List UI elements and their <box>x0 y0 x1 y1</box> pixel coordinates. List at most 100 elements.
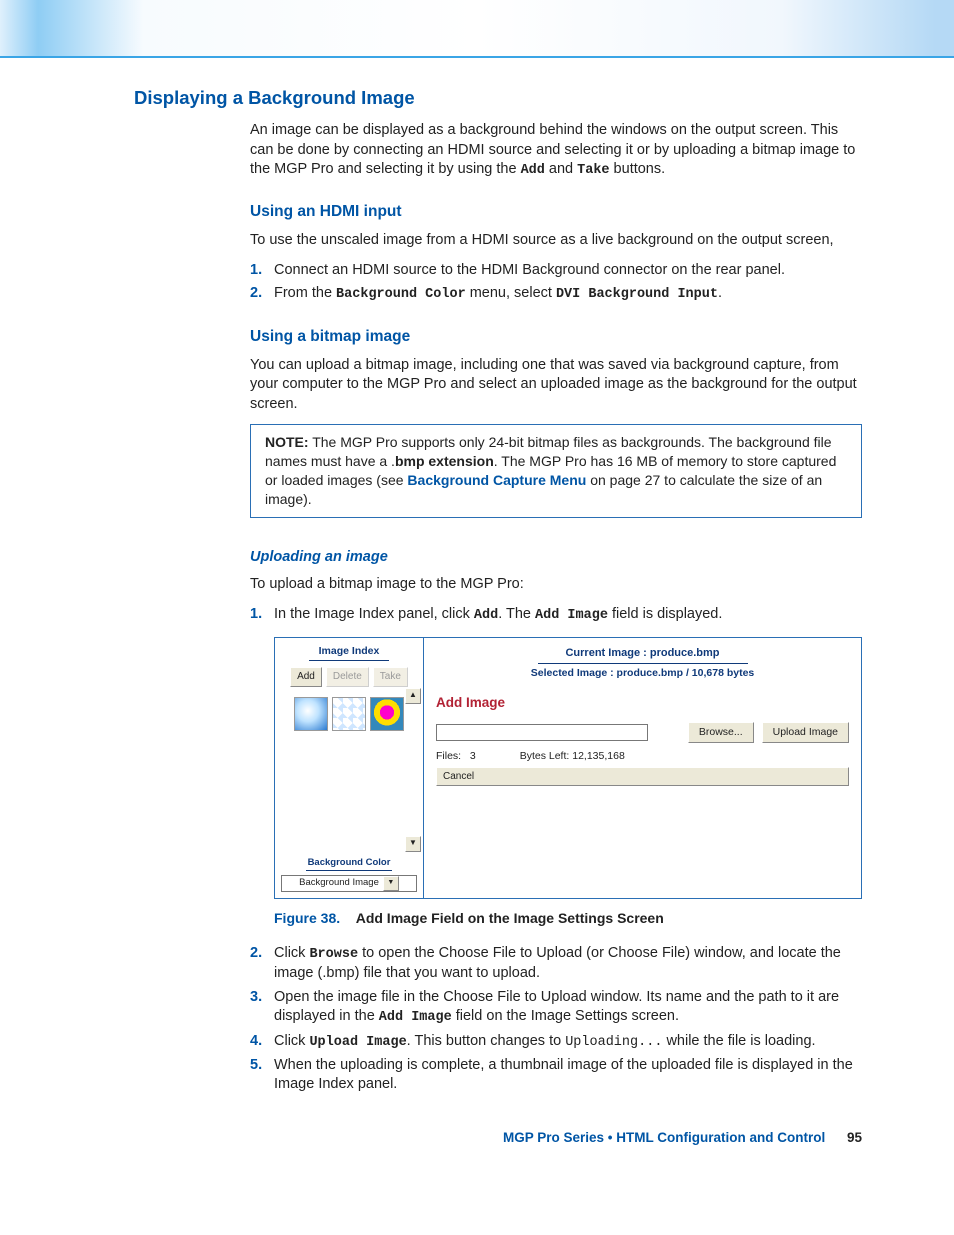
step-text: Click Upload Image. This button changes … <box>274 1032 862 1052</box>
step-text: In the Image Index panel, click Add. The… <box>274 605 862 625</box>
step2-menu: Background Color <box>336 287 466 302</box>
step-number: 2. <box>250 284 274 304</box>
chevron-down-icon: ▼ <box>383 876 399 891</box>
s2-a: Click <box>274 945 309 961</box>
background-color-select[interactable]: Background Image ▼ <box>281 875 417 892</box>
s3-b: field on the Image Settings screen. <box>452 1008 679 1024</box>
upload-row: Browse... Upload Image <box>436 722 849 742</box>
take-button: Take <box>373 667 408 687</box>
add-image-heading: Add Image <box>436 694 849 712</box>
section-title: Displaying a Background Image <box>134 86 862 111</box>
s2-b: to open the Choose File to Upload (or Ch… <box>274 945 841 981</box>
step-number: 1. <box>250 261 274 281</box>
step2-opt: DVI Background Input <box>556 287 718 302</box>
scroll-down-icon[interactable]: ▼ <box>405 836 421 852</box>
s1-addimg: Add Image <box>535 608 608 623</box>
step-number: 4. <box>250 1032 274 1052</box>
scroll-up-icon[interactable]: ▲ <box>405 688 421 704</box>
upload-step-4: 4. Click Upload Image. This button chang… <box>250 1032 862 1052</box>
top-gradient-bar <box>0 0 954 58</box>
background-color-block: Background Color Background Image ▼ <box>281 857 417 892</box>
image-index-buttons: Add Delete Take <box>275 667 423 693</box>
upload-step-5: 5. When the uploading is complete, a thu… <box>250 1056 862 1095</box>
step-number: 2. <box>250 944 274 984</box>
step2-a: From the <box>274 285 336 301</box>
cancel-button[interactable]: Cancel <box>436 767 849 787</box>
upload-step-3: 3. Open the image file in the Choose Fil… <box>250 988 862 1028</box>
intro-text-c: buttons. <box>610 161 666 177</box>
current-image-label: Current Image : produce.bmp <box>538 646 748 664</box>
step2-c: . <box>718 285 722 301</box>
image-settings-panel: Current Image : produce.bmp Selected Ima… <box>424 638 861 898</box>
delete-button: Delete <box>326 667 369 687</box>
add-button[interactable]: Add <box>290 667 322 687</box>
thumbnail-row <box>275 693 423 735</box>
s1-add: Add <box>474 608 498 623</box>
thumbnail[interactable] <box>294 697 328 731</box>
note-box: NOTE: The MGP Pro supports only 24-bit b… <box>250 424 862 518</box>
figure-text: Add Image Field on the Image Settings Sc… <box>356 910 664 926</box>
current-b: produce.bmp <box>650 647 720 659</box>
rule-icon <box>309 660 389 661</box>
page-body: Displaying a Background Image An image c… <box>0 86 954 1187</box>
note-link[interactable]: Background Capture Menu <box>407 472 586 488</box>
footer-title: MGP Pro Series • HTML Configuration and … <box>503 1130 825 1145</box>
upload-title: Uploading an image <box>250 548 862 568</box>
hdmi-title: Using an HDMI input <box>250 202 862 223</box>
files-count: 3 <box>470 750 476 762</box>
note-ext: bmp extension <box>395 453 494 469</box>
upload-step-1: 1. In the Image Index panel, click Add. … <box>250 605 862 625</box>
image-index-panel: Image Index Add Delete Take ▲ ▼ Backgrou… <box>275 638 424 898</box>
select-value: Background Image <box>299 877 379 890</box>
intro-take-code: Take <box>577 163 609 178</box>
s4-uploading: Uploading... <box>565 1035 662 1050</box>
files-label: Files: 3 <box>436 749 476 763</box>
hdmi-lead: To use the unscaled image from a HDMI so… <box>250 231 862 251</box>
footer-page: 95 <box>847 1130 862 1145</box>
hdmi-step-1: 1. Connect an HDMI source to the HDMI Ba… <box>250 261 862 281</box>
cancel-row: Cancel <box>436 767 849 787</box>
browse-button[interactable]: Browse... <box>688 722 754 742</box>
step-text: Connect an HDMI source to the HDMI Backg… <box>274 261 862 281</box>
files-label-text: Files: <box>436 750 461 762</box>
intro-text-b: and <box>545 161 577 177</box>
page-footer: MGP Pro Series • HTML Configuration and … <box>134 1129 862 1147</box>
file-path-input[interactable] <box>436 724 648 741</box>
current-a: Current Image : <box>565 647 649 659</box>
step-text: From the Background Color menu, select D… <box>274 284 862 304</box>
step-text: When the uploading is complete, a thumbn… <box>274 1056 862 1095</box>
s4-upl: Upload Image <box>309 1035 406 1050</box>
hdmi-step-2: 2. From the Background Color menu, selec… <box>250 284 862 304</box>
section-intro: An image can be displayed as a backgroun… <box>250 121 862 180</box>
figure-caption: Figure 38. Add Image Field on the Image … <box>274 909 862 928</box>
selected-image-label: Selected Image : produce.bmp / 10,678 by… <box>436 666 849 680</box>
s4-c: while the file is loading. <box>662 1033 815 1049</box>
step-text: Open the image file in the Choose File t… <box>274 988 862 1028</box>
upload-image-button[interactable]: Upload Image <box>762 722 849 742</box>
bitmap-para: You can upload a bitmap image, including… <box>250 356 862 415</box>
step-number: 3. <box>250 988 274 1028</box>
upload-step-2: 2. Click Browse to open the Choose File … <box>250 944 862 984</box>
s1-a: In the Image Index panel, click <box>274 606 474 622</box>
s1-b: . The <box>498 606 535 622</box>
thumbnail[interactable] <box>332 697 366 731</box>
intro-add-code: Add <box>521 163 545 178</box>
step-text: Click Browse to open the Choose File to … <box>274 944 862 984</box>
step-number: 5. <box>250 1056 274 1095</box>
figure-number: Figure 38. <box>274 910 340 926</box>
s3-addimg: Add Image <box>379 1010 452 1025</box>
thumbnail[interactable] <box>370 697 404 731</box>
upload-lead: To upload a bitmap image to the MGP Pro: <box>250 575 862 595</box>
s1-c: field is displayed. <box>608 606 722 622</box>
image-index-title: Image Index <box>275 638 423 660</box>
note-lead: NOTE: <box>265 434 309 450</box>
bytes-left: Bytes Left: 12,135,168 <box>520 749 625 763</box>
s4-b: . This button changes to <box>407 1033 566 1049</box>
s2-browse: Browse <box>309 947 358 962</box>
bitmap-title: Using a bitmap image <box>250 327 862 348</box>
files-info-row: Files: 3 Bytes Left: 12,135,168 <box>436 749 849 763</box>
s4-a: Click <box>274 1033 309 1049</box>
step-number: 1. <box>250 605 274 625</box>
step2-b: menu, select <box>466 285 556 301</box>
embedded-app-screenshot: Image Index Add Delete Take ▲ ▼ Backgrou… <box>274 637 862 899</box>
